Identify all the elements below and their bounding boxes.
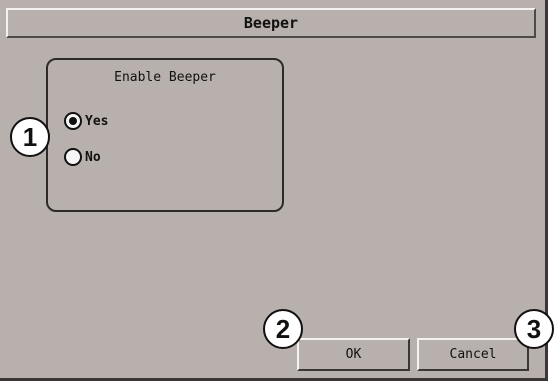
enable-beeper-group: Enable Beeper Yes No: [46, 58, 284, 212]
ok-button[interactable]: OK: [297, 338, 410, 371]
cancel-button[interactable]: Cancel: [417, 338, 529, 371]
dialog-title: Beeper: [6, 8, 536, 38]
radio-no-label: No: [85, 149, 101, 165]
callout-2: 2: [263, 309, 303, 349]
radio-yes-button[interactable]: [64, 112, 82, 130]
group-title: Enable Beeper: [114, 70, 216, 85]
callout-1: 1: [10, 117, 50, 157]
radio-no-button[interactable]: [64, 148, 82, 166]
radio-option-yes[interactable]: Yes: [64, 110, 108, 132]
callout-3: 3: [514, 309, 554, 349]
radio-option-no[interactable]: No: [64, 146, 101, 168]
radio-yes-label: Yes: [85, 113, 109, 129]
